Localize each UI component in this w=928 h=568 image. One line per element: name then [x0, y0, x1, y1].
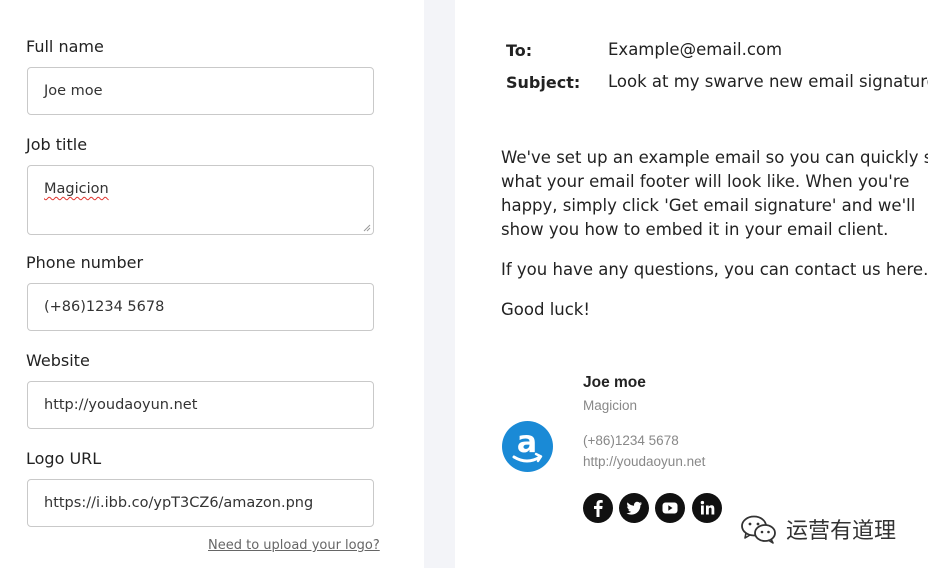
- youtube-icon[interactable]: [655, 493, 685, 523]
- full-name-label: Full name: [26, 37, 104, 56]
- email-paragraph-2: If you have any questions, you can conta…: [501, 260, 928, 279]
- watermark: 运营有道理: [740, 512, 896, 546]
- full-name-input[interactable]: Joe moe: [27, 67, 374, 115]
- phone-label: Phone number: [26, 253, 144, 272]
- amazon-logo-icon: a: [502, 421, 553, 472]
- subject-label: Subject:: [506, 73, 581, 92]
- phone-value: (+86)1234 5678: [44, 299, 165, 315]
- full-name-value: Joe moe: [44, 83, 103, 99]
- resize-handle-icon[interactable]: [363, 224, 371, 232]
- email-paragraph-3: Good luck!: [501, 300, 590, 319]
- signature-name: Joe moe: [583, 374, 646, 391]
- job-title-textarea[interactable]: Magicion: [27, 165, 374, 235]
- website-input[interactable]: http://youdaoyun.net: [27, 381, 374, 429]
- subject-value: Look at my swarve new email signature!: [608, 72, 928, 91]
- twitter-icon[interactable]: [619, 493, 649, 523]
- website-label: Website: [26, 351, 90, 370]
- facebook-icon[interactable]: [583, 493, 613, 523]
- to-label: To:: [506, 41, 533, 60]
- job-title-value: Magicion: [44, 181, 109, 197]
- signature-website: http://youdaoyun.net: [583, 454, 706, 469]
- email-preview-panel: To: Example@email.com Subject: Look at m…: [455, 0, 928, 568]
- signature-form-panel: Full name Joe moe Job title Magicion Pho…: [0, 0, 424, 568]
- phone-input[interactable]: (+86)1234 5678: [27, 283, 374, 331]
- signature-title: Magicion: [583, 398, 638, 413]
- email-paragraph-1: We've set up an example email so you can…: [501, 148, 928, 239]
- panel-divider: [424, 0, 455, 568]
- linkedin-icon[interactable]: [692, 493, 722, 523]
- logo-url-label: Logo URL: [26, 449, 102, 468]
- to-value: Example@email.com: [608, 40, 783, 59]
- logo-url-value: https://i.ibb.co/ypT3CZ6/amazon.png: [44, 495, 314, 511]
- signature-phone: (+86)1234 5678: [583, 433, 679, 448]
- website-value: http://youdaoyun.net: [44, 397, 198, 413]
- watermark-text: 运营有道理: [786, 519, 897, 544]
- job-title-label: Job title: [26, 135, 88, 154]
- wechat-icon: [741, 515, 776, 544]
- upload-logo-link[interactable]: Need to upload your logo?: [208, 538, 380, 553]
- logo-url-input[interactable]: https://i.ibb.co/ypT3CZ6/amazon.png: [27, 479, 374, 527]
- svg-text:a: a: [517, 425, 537, 460]
